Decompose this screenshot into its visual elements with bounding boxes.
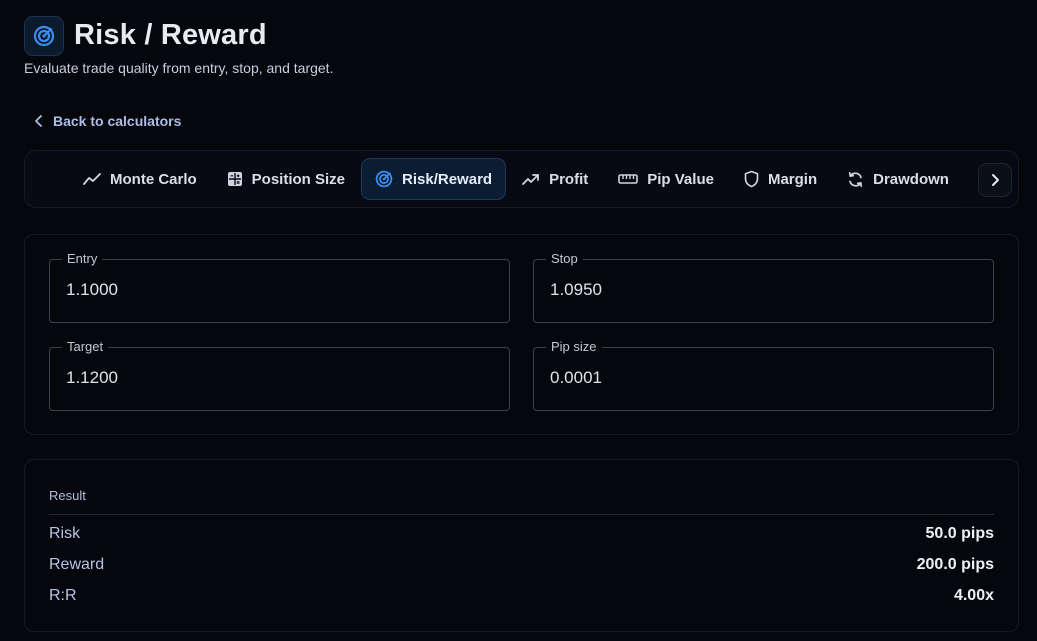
pip-size-input[interactable] [550, 368, 970, 388]
page-title: Risk / Reward [74, 19, 267, 51]
tab-strip: Monte Carlo Position Size Risk/Reward Pr… [69, 158, 965, 200]
tab-label: Margin [767, 170, 818, 188]
tab-monte-carlo[interactable]: Monte Carlo [69, 158, 211, 200]
result-divider [49, 514, 994, 515]
trend-line-icon [83, 173, 101, 185]
tab-risk-reward[interactable]: Risk/Reward [361, 158, 507, 200]
trend-up-icon [522, 174, 539, 185]
stop-label: Stop [546, 251, 583, 267]
refresh-icon [849, 171, 863, 187]
pip-size-field[interactable]: Pip size [533, 339, 994, 411]
stop-input[interactable] [550, 280, 970, 300]
result-row-reward: Reward 200.0 pips [49, 553, 994, 577]
pip-size-label: Pip size [546, 339, 602, 355]
result-label: Reward [49, 556, 105, 573]
tab-pip-value[interactable]: Pip Value [604, 158, 728, 200]
target-icon [24, 16, 64, 56]
tab-label: Drawdown [873, 170, 949, 188]
back-link-label: Back to calculators [53, 113, 182, 129]
tab-position-size[interactable]: Position Size [213, 158, 359, 200]
stop-field[interactable]: Stop [533, 251, 994, 323]
result-row-risk: Risk 50.0 pips [49, 522, 994, 546]
tab-label: Monte Carlo [110, 170, 197, 188]
entry-input[interactable] [66, 280, 486, 300]
target-label: Target [62, 339, 109, 355]
result-panel: Result Risk 50.0 pips Reward 200.0 pips … [24, 459, 1019, 632]
result-label: R:R [49, 587, 77, 604]
scroll-tabs-right-button[interactable] [978, 163, 1012, 197]
tab-label: Pip Value [647, 170, 714, 188]
chevron-left-icon [35, 115, 42, 127]
result-value: 50.0 pips [925, 525, 994, 542]
result-label: Risk [49, 525, 81, 542]
target-input[interactable] [66, 368, 486, 388]
tab-label: Risk/Reward [402, 170, 493, 188]
target-icon [375, 170, 393, 188]
tab-drawdown[interactable]: Drawdown [833, 158, 963, 200]
calculator-tabs: Monte Carlo Position Size Risk/Reward Pr… [24, 150, 1019, 208]
result-value: 200.0 pips [916, 556, 994, 573]
entry-field[interactable]: Entry [49, 251, 510, 323]
tab-label: Profit [549, 170, 589, 188]
shield-icon [744, 170, 759, 188]
tab-margin[interactable]: Margin [730, 158, 831, 200]
result-title: Result [49, 488, 86, 503]
back-to-calculators-link[interactable]: Back to calculators [34, 113, 181, 129]
page-subtitle: Evaluate trade quality from entry, stop,… [24, 60, 334, 76]
entry-label: Entry [62, 251, 103, 267]
ruler-icon [618, 174, 639, 184]
result-value: 4.00x [953, 587, 994, 604]
calculator-icon [227, 172, 242, 186]
target-field[interactable]: Target [49, 339, 510, 411]
inputs-panel: Entry Stop Target Pip size [24, 234, 1019, 435]
result-row-rr: R:R 4.00x [49, 584, 994, 608]
tab-label: Position Size [251, 170, 346, 188]
chevron-right-icon [991, 174, 999, 186]
tab-profit[interactable]: Profit [508, 158, 602, 200]
